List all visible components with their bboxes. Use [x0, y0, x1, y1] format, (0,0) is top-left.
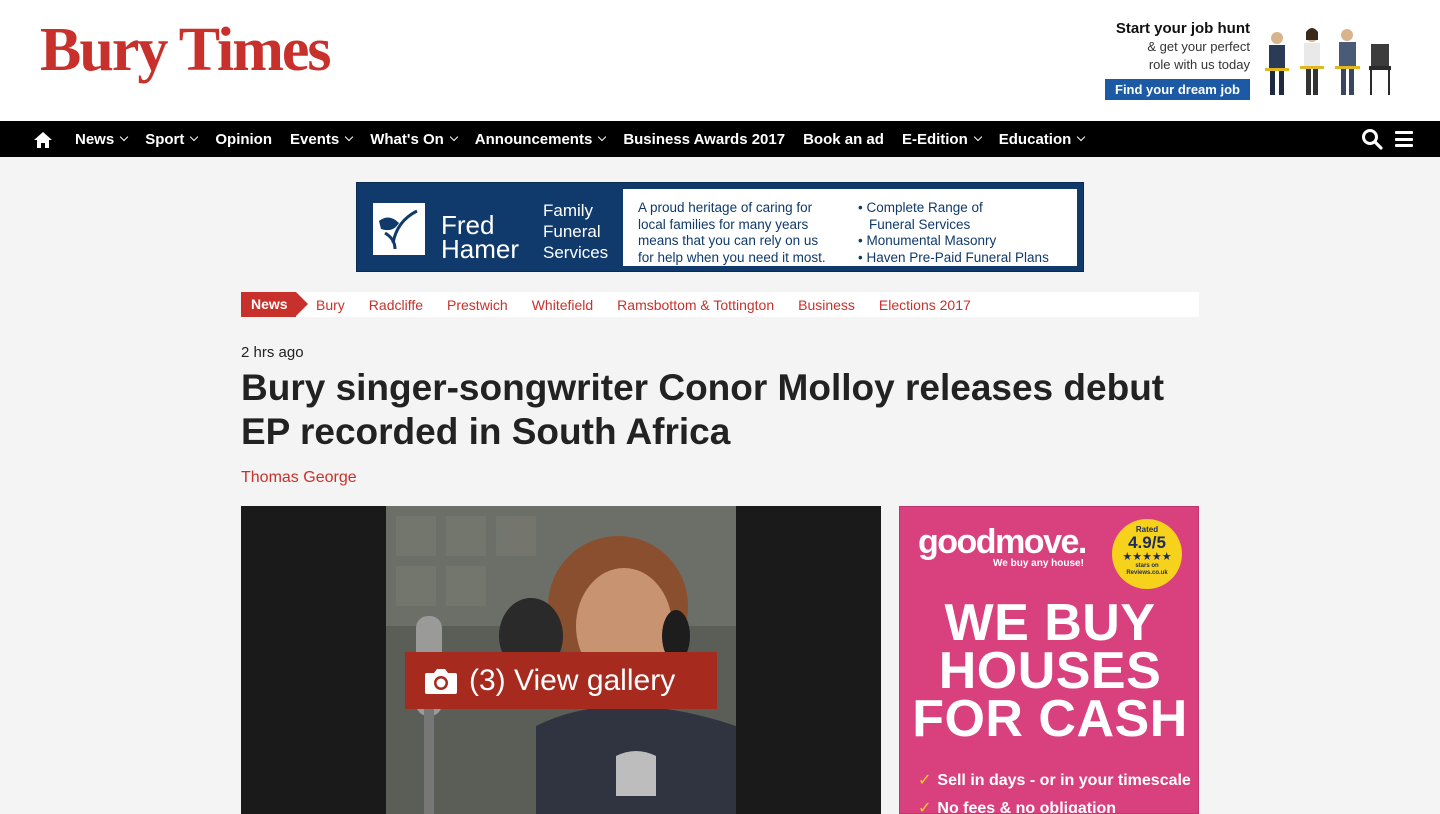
gallery-label: (3) View gallery [469, 663, 676, 697]
nav-item-label: Book an ad [803, 130, 884, 148]
job-ad-text: Start your job hunt & get your perfect r… [1100, 20, 1250, 74]
nav-item-announcements[interactable]: Announcements [474, 130, 607, 148]
subnav-item[interactable]: Ramsbottom & Tottington [617, 297, 774, 313]
banner-copy-line: A proud heritage of caring for [638, 200, 813, 215]
subnav-item[interactable]: Elections 2017 [879, 297, 971, 313]
article-author[interactable]: Thomas George [241, 469, 357, 487]
fred-hamer-name: Fred Hamer [441, 212, 520, 264]
banner-list-item: • Complete Range of [858, 200, 983, 215]
find-job-button[interactable]: Find your dream job [1105, 79, 1250, 100]
chevron-down-icon [598, 132, 607, 142]
site-logo[interactable]: Bury Times [40, 12, 331, 88]
nav-item-label: Announcements [474, 130, 593, 148]
ad-bullet-text: No fees & no obligation [937, 800, 1117, 814]
job-ad-line2: role with us today [1148, 57, 1250, 72]
nav-item-label: Events [290, 130, 340, 148]
banner-services-list: • Complete Range of Funeral Services • M… [858, 200, 1073, 266]
section-subnav: News Bury Radcliffe Prestwich Whitefield Ram… [241, 292, 1199, 317]
banner-copy-line: means that you can rely on us [638, 233, 819, 248]
goodmove-tagline: We buy any house! [993, 558, 1084, 569]
check-icon: ✓ [918, 772, 932, 789]
nav-item-events[interactable]: Events [290, 130, 354, 148]
badge-score: 4.9/5 [1128, 533, 1166, 552]
chevron-down-icon [190, 132, 199, 142]
banner-copy: A proud heritage of caring for local fam… [638, 200, 853, 266]
ad-bullet-text: Sell in days - or in your timescale [937, 772, 1191, 789]
job-ad[interactable]: Start your job hunt & get your perfect r… [1105, 20, 1400, 100]
banner-list-item: • Monumental Masonry [858, 233, 997, 248]
rating-badge: Rated 4.9/5 ★★★★★ stars on Reviews.co.uk [1112, 519, 1182, 589]
subnav-item[interactable]: Prestwich [447, 297, 508, 313]
job-seekers-illustration [1265, 28, 1391, 95]
search-icon[interactable] [1361, 128, 1383, 150]
banner-serv-line2: Funeral [543, 222, 601, 241]
ad-headline: WE BUY HOUSES FOR CASH [900, 594, 1198, 748]
nav-item-book-an-ad[interactable]: Book an ad [803, 131, 884, 148]
goodmove-logo: goodmove. [918, 523, 1087, 561]
chevron-down-icon [973, 132, 983, 142]
nav-item-news[interactable]: News [75, 130, 129, 148]
ad-bullet: ✓ No fees & no obligation [918, 795, 1191, 814]
nav-item-education[interactable]: Education [998, 130, 1086, 148]
nav-item-label: What's On [370, 130, 444, 148]
article-headline: Bury singer-songwriter Conor Molloy rele… [241, 367, 1165, 452]
ad-bullet: ✓ Sell in days - or in your timescale [918, 767, 1191, 795]
badge-small-2: Reviews.co.uk [1126, 570, 1168, 576]
nav-item-label: News [75, 130, 115, 148]
subnav-items: Bury Radcliffe Prestwich Whitefield Ramsbott… [316, 297, 995, 313]
badge-small-1: stars on [1135, 563, 1159, 569]
banner-info-box: A proud heritage of caring for local fam… [623, 189, 1077, 266]
nav-item-label: Business Awards 2017 [623, 130, 786, 148]
ad-headline-line: WE BUY [944, 594, 1156, 652]
banner-copy-line: for help when you need it most. [638, 249, 826, 265]
site-header: Bury Times Start your job hunt & get you… [0, 0, 1440, 121]
nav-item-label: Education [998, 130, 1072, 148]
funeral-services-banner[interactable]: Fred Hamer Family Funeral Services A pro… [356, 182, 1084, 272]
badge-stars: ★★★★★ [1122, 551, 1172, 563]
banner-list-item: • Haven Pre-Paid Funeral Plans [858, 249, 1049, 265]
banner-name-line2: Hamer [441, 234, 520, 264]
main-nav: News Sport Opinion Events What's On Announcem… [0, 121, 1440, 157]
subnav-item[interactable]: Radcliffe [369, 297, 423, 313]
hamburger-menu-icon[interactable] [1395, 131, 1413, 147]
subnav-item[interactable]: Whitefield [532, 297, 593, 313]
nav-item-business-awards-2017[interactable]: Business Awards 2017 [623, 131, 785, 148]
chevron-down-icon [119, 132, 129, 142]
fred-hamer-logo-icon [373, 203, 425, 255]
family-funeral-services: Family Funeral Services [543, 200, 608, 263]
nav-item-label: Sport [145, 130, 185, 148]
section-tag-news[interactable]: News [241, 292, 308, 317]
chevron-down-icon [344, 132, 354, 142]
ad-headline-line: HOUSES [938, 642, 1162, 700]
camera-icon [425, 668, 457, 694]
banner-list-item: Funeral Services [869, 216, 971, 232]
nav-items: News Sport Opinion Events What's On Announcem… [75, 121, 1102, 157]
nav-item-sport[interactable]: Sport [145, 130, 199, 148]
home-icon[interactable] [33, 130, 53, 150]
banner-copy-line: local families for many years [638, 216, 809, 232]
chevron-down-icon [1077, 132, 1086, 142]
subnav-item[interactable]: Bury [316, 297, 345, 313]
nav-item-opinion[interactable]: Opinion [215, 131, 272, 148]
chevron-down-icon [449, 132, 459, 142]
job-ad-line1: & get your perfect [1147, 39, 1250, 54]
nav-item-label: Opinion [215, 130, 273, 148]
subnav-item[interactable]: Business [798, 297, 855, 313]
goodmove-ad[interactable]: goodmove. We buy any house! Rated 4.9/5 … [899, 506, 1199, 814]
banner-serv-line3: Services [543, 243, 609, 262]
article-timestamp: 2 hrs ago [241, 344, 304, 361]
banner-serv-line1: Family [543, 201, 594, 220]
ad-bullets: ✓ Sell in days - or in your timescale ✓ No… [918, 767, 1191, 814]
ad-headline-line: FOR CASH [912, 690, 1188, 748]
article-media: (3) View gallery [241, 506, 881, 814]
job-ad-title: Start your job hunt [1115, 20, 1250, 37]
view-gallery-button[interactable]: (3) View gallery [405, 652, 717, 709]
check-icon: ✓ [918, 800, 932, 814]
nav-item-label: E-Edition [901, 130, 968, 148]
nav-item-what-s-on[interactable]: What's On [370, 130, 459, 148]
nav-item-e-edition[interactable]: E-Edition [901, 130, 983, 148]
